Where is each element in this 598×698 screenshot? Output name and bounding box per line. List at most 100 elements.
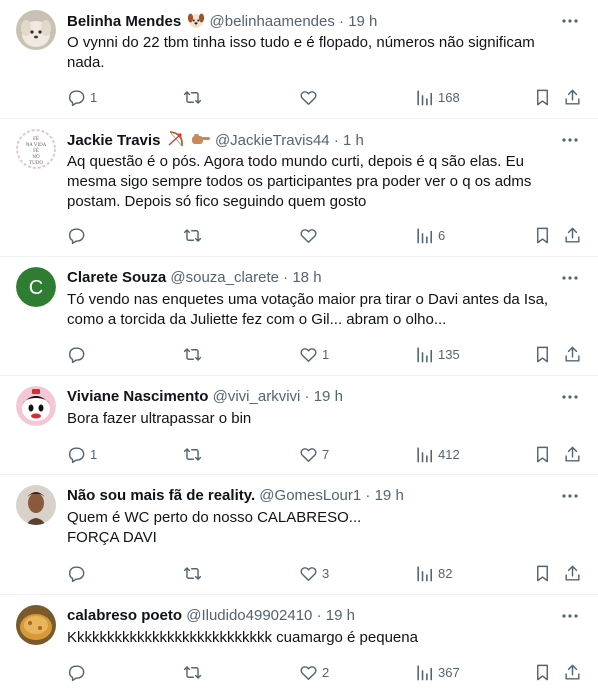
views-button[interactable]: 412	[415, 444, 460, 464]
reply-icon	[69, 565, 85, 582]
tweet-header: Clarete Souza @souza_clarete · 18 h	[67, 268, 548, 288]
display-name[interactable]: calabreso poeto	[67, 607, 182, 624]
views-button[interactable]: 168	[415, 87, 460, 107]
display-name[interactable]: Belinha Mendes	[67, 13, 181, 30]
user-handle[interactable]: @GomesLour1	[259, 487, 361, 504]
more-options-icon[interactable]	[560, 387, 580, 407]
tweet[interactable]: Belinha Mendes @belinhaamendes · 19 h O …	[0, 0, 598, 119]
views-icon	[417, 446, 433, 462]
tweet[interactable]: Não sou mais fã de reality. @GomesLour1 …	[0, 475, 598, 595]
separator: ·	[304, 388, 310, 405]
like-button[interactable]: 2	[299, 662, 329, 682]
user-handle[interactable]: @JackieTravis44	[215, 132, 330, 149]
share-button[interactable]	[563, 225, 582, 245]
more-options-icon[interactable]	[560, 486, 580, 506]
timestamp[interactable]: 19 h	[314, 388, 343, 405]
reply-count: 1	[90, 89, 98, 105]
avatar-text: NO	[32, 155, 40, 160]
tweet[interactable]: FÉ NA VIDA FÉ NO TUDO Jackie Travis @Jac…	[0, 119, 598, 257]
like-button[interactable]	[299, 87, 322, 107]
retweet-button[interactable]	[183, 662, 206, 682]
bookmark-button[interactable]	[533, 225, 552, 245]
display-name[interactable]: Não sou mais fã de reality.	[67, 487, 255, 504]
retweet-button[interactable]	[183, 444, 206, 464]
views-icon	[417, 565, 433, 581]
bookmark-button[interactable]	[533, 344, 552, 364]
avatar[interactable]	[16, 605, 56, 645]
views-button[interactable]: 82	[415, 563, 452, 583]
share-button[interactable]	[563, 563, 582, 583]
share-button[interactable]	[563, 87, 582, 107]
view-count: 82	[438, 565, 453, 581]
user-handle[interactable]: @belinhaamendes	[210, 13, 335, 30]
display-name[interactable]: Jackie Travis	[67, 132, 160, 149]
user-handle[interactable]: @vivi_arkvivi	[213, 388, 301, 405]
timestamp[interactable]: 18 h	[292, 269, 321, 286]
more-options-icon[interactable]	[560, 130, 580, 150]
share-icon	[565, 346, 580, 362]
views-button[interactable]: 367	[415, 662, 460, 682]
user-handle[interactable]: @souza_clarete	[170, 269, 279, 286]
bookmark-button[interactable]	[533, 563, 552, 583]
reply-button[interactable]	[67, 662, 90, 682]
share-button[interactable]	[563, 444, 582, 464]
avatar[interactable]	[16, 485, 56, 525]
bookmark-button[interactable]	[533, 87, 552, 107]
avatar[interactable]: FÉ NA VIDA FÉ NO TUDO	[16, 129, 56, 169]
retweet-button[interactable]	[183, 344, 206, 364]
heart-icon	[300, 447, 317, 462]
user-handle[interactable]: @Iludido49902410	[186, 607, 312, 624]
share-icon	[565, 565, 580, 581]
tweet[interactable]: calabreso poeto @Iludido49902410 · 19 h …	[0, 595, 598, 698]
timestamp[interactable]: 1 h	[343, 132, 364, 149]
reply-icon	[69, 89, 85, 106]
tweet-header: calabreso poeto @Iludido49902410 · 19 h	[67, 606, 548, 626]
heart-icon	[300, 665, 317, 680]
tweet[interactable]: C Clarete Souza @souza_clarete · 18 h Tó…	[0, 257, 598, 376]
heart-icon	[300, 347, 317, 362]
share-button[interactable]	[563, 344, 582, 364]
views-button[interactable]: 6	[415, 225, 445, 245]
reply-button[interactable]: 1	[67, 444, 97, 464]
timestamp[interactable]: 19 h	[348, 13, 377, 30]
like-button[interactable]: 7	[299, 444, 329, 464]
avatar[interactable]	[16, 386, 56, 426]
retweet-button[interactable]	[183, 87, 206, 107]
views-icon	[417, 227, 433, 243]
retweet-icon	[183, 566, 202, 580]
separator: ·	[316, 607, 322, 624]
avatar[interactable]: C	[16, 267, 56, 307]
retweet-button[interactable]	[183, 563, 206, 583]
display-name[interactable]: Viviane Nascimento	[67, 388, 208, 405]
avatar[interactable]	[16, 10, 56, 50]
more-options-icon[interactable]	[560, 606, 580, 626]
share-icon	[565, 664, 580, 680]
retweet-icon	[183, 90, 202, 104]
reply-button[interactable]: 1	[67, 87, 97, 107]
tweet-header: Viviane Nascimento @vivi_arkvivi · 19 h	[67, 387, 548, 407]
more-options-icon[interactable]	[560, 11, 580, 31]
more-options-icon[interactable]	[560, 268, 580, 288]
retweet-icon	[183, 228, 202, 242]
tweet[interactable]: Viviane Nascimento @vivi_arkvivi · 19 h …	[0, 376, 598, 475]
bookmark-icon	[537, 346, 548, 362]
retweet-button[interactable]	[183, 225, 206, 245]
reply-button[interactable]	[67, 344, 90, 364]
display-name[interactable]: Clarete Souza	[67, 269, 166, 286]
like-button[interactable]: 3	[299, 563, 329, 583]
like-button[interactable]: 1	[299, 344, 329, 364]
views-button[interactable]: 135	[415, 344, 460, 364]
share-icon	[565, 446, 580, 462]
views-icon	[417, 89, 433, 105]
reply-button[interactable]	[67, 563, 90, 583]
share-button[interactable]	[563, 662, 582, 682]
timestamp[interactable]: 19 h	[326, 607, 355, 624]
timestamp[interactable]: 19 h	[375, 487, 404, 504]
like-button[interactable]	[299, 225, 322, 245]
bookmark-button[interactable]	[533, 444, 552, 464]
reply-button[interactable]	[67, 225, 90, 245]
tweet-text: Tó vendo nas enquetes uma votação maior …	[67, 291, 549, 328]
bookmark-button[interactable]	[533, 662, 552, 682]
tweet-actions: 1 168	[67, 87, 580, 107]
view-count: 412	[438, 446, 460, 462]
